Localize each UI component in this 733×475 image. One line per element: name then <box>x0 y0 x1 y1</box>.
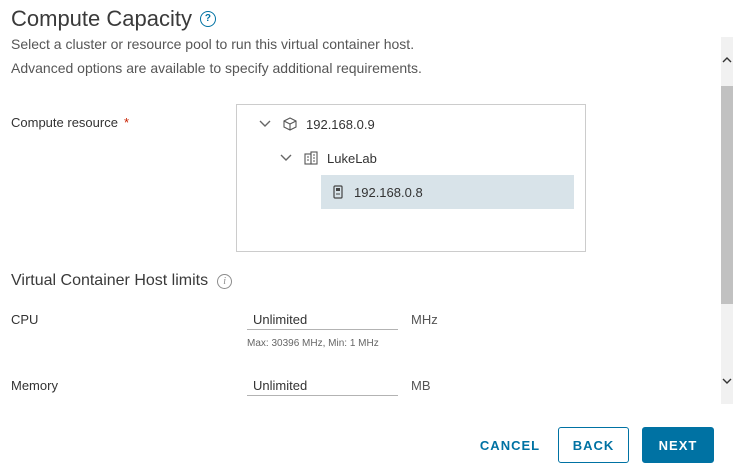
cpu-limit-hint: Max: 30396 MHz, Min: 1 MHz <box>247 338 379 349</box>
datacenter-icon <box>302 150 320 166</box>
help-icon[interactable]: ? <box>199 11 216 27</box>
limits-section-title: Virtual Container Host limits i <box>11 272 233 290</box>
tree-node-server[interactable]: 192.168.0.8 <box>321 175 574 209</box>
host-icon <box>281 116 299 132</box>
compute-resource-label-text: Compute resource <box>11 115 118 130</box>
limits-section-title-text: Virtual Container Host limits <box>11 272 209 289</box>
tree-node-datacenter[interactable]: LukeLab <box>278 141 377 175</box>
info-icon[interactable]: i <box>217 273 233 289</box>
next-button[interactable]: NEXT <box>642 427 714 463</box>
tree-node-label: 192.168.0.9 <box>306 116 375 132</box>
tree-node-label: LukeLab <box>327 150 377 166</box>
chevron-down-icon[interactable] <box>278 150 294 166</box>
page-title-text: Compute Capacity <box>11 6 192 31</box>
required-indicator: * <box>123 115 130 130</box>
cpu-limit-input[interactable] <box>247 310 398 330</box>
back-button[interactable]: BACK <box>558 427 629 463</box>
memory-label: Memory <box>11 378 58 393</box>
cpu-unit-label: MHz <box>411 312 438 327</box>
chevron-down-icon[interactable] <box>257 116 273 132</box>
tree-node-label: 192.168.0.8 <box>354 184 423 200</box>
cpu-label: CPU <box>11 312 39 327</box>
compute-resource-tree: 192.168.0.9 LukeLab 192.168.0.8 <box>236 104 586 252</box>
memory-limit-input[interactable] <box>247 376 398 396</box>
page-description-line1: Select a cluster or resource pool to run… <box>11 36 415 52</box>
page-title: Compute Capacity ? <box>11 6 216 32</box>
compute-resource-label: Compute resource * <box>11 115 129 130</box>
memory-unit-label: MB <box>411 378 431 393</box>
server-icon <box>329 184 347 200</box>
cancel-button[interactable]: CANCEL <box>475 427 545 463</box>
page-description-line2: Advanced options are available to specif… <box>11 60 422 76</box>
tree-node-host[interactable]: 192.168.0.9 <box>257 107 375 141</box>
scrollbar-thumb[interactable] <box>721 86 733 304</box>
scroll-up-icon[interactable] <box>721 52 733 66</box>
scroll-down-icon[interactable] <box>721 374 733 388</box>
